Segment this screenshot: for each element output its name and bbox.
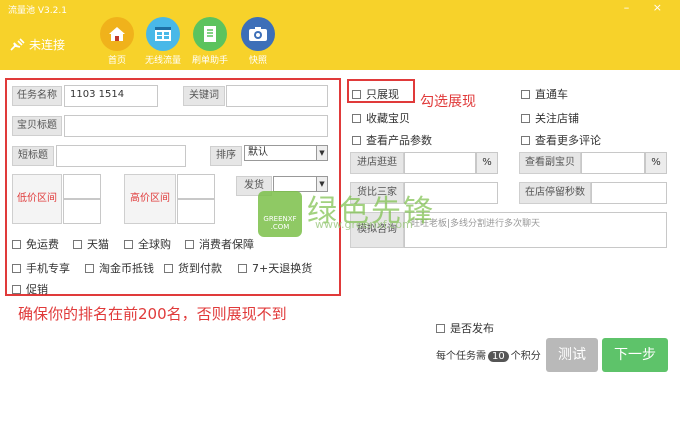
chat-textarea[interactable]: 旺旺老板|多线分割进行多次聊天 — [404, 212, 667, 248]
low-price-max-input[interactable] — [63, 199, 101, 224]
shop-visit-input[interactable] — [404, 152, 476, 174]
keyword-input[interactable] — [226, 85, 328, 107]
sort-select-value: 默认 — [248, 147, 268, 158]
checkbox-global-buy[interactable]: 全球购 — [124, 236, 171, 252]
stay-seconds-label: 在店停留秒数 — [519, 182, 591, 204]
low-price-min-input[interactable] — [63, 174, 101, 199]
app-title: 流量池 V3.2.1 — [8, 6, 67, 16]
high-price-label: 高价区间 — [124, 174, 176, 224]
nav-wireless-traffic[interactable]: 无线流量 — [139, 17, 187, 66]
camera-icon — [241, 17, 275, 51]
connection-status[interactable]: 未连接 — [9, 36, 65, 53]
nav-order-assistant-label: 刷单助手 — [191, 56, 228, 66]
view-sub-item-label: 查看副宝贝 — [519, 152, 581, 174]
checkbox-publish[interactable]: 是否发布 — [436, 320, 494, 336]
sort-label: 排序 — [210, 146, 242, 166]
nav-snapshot-label: 快照 — [248, 56, 267, 66]
checkbox-promotion[interactable]: 促销 — [12, 281, 48, 297]
checkbox-through-train[interactable]: 直通车 — [521, 86, 568, 102]
checkbox-free-shipping[interactable]: 免运费 — [12, 236, 59, 252]
high-price-max-input[interactable] — [177, 199, 215, 224]
shop-visit-unit: % — [476, 152, 498, 174]
checkbox-tmall[interactable]: 天猫 — [73, 236, 109, 252]
checkbox-view-more-reviews[interactable]: 查看更多评论 — [521, 132, 601, 148]
next-step-button[interactable]: 下一步 — [602, 338, 668, 372]
sort-select[interactable]: 默认 ▼ — [244, 145, 328, 161]
checkbox-show-only[interactable]: 只展现 — [352, 86, 399, 102]
points-cost: 每个任务需 10 个积分 — [436, 351, 541, 362]
watermark-logo: GREENXF .COM — [258, 191, 302, 237]
keyword-label: 关键词 — [183, 86, 225, 106]
notebook-icon — [193, 17, 227, 51]
checkbox-follow-shop[interactable]: 关注店铺 — [521, 110, 579, 126]
nav-home-label: 首页 — [107, 56, 126, 66]
checkbox-favorite-item[interactable]: 收藏宝贝 — [352, 110, 410, 126]
short-title-input[interactable] — [56, 145, 186, 167]
window-controls[interactable]: – × — [624, 1, 672, 14]
short-title-label: 短标题 — [12, 146, 54, 166]
checkbox-view-params[interactable]: 查看产品参数 — [352, 132, 432, 148]
item-title-input[interactable] — [64, 115, 328, 137]
show-only-note: 勾选展现 — [420, 94, 476, 110]
home-icon — [100, 17, 134, 51]
browser-icon — [146, 17, 180, 51]
task-name-label: 任务名称 — [12, 86, 62, 106]
top-bar: 流量池 V3.2.1 – × 未连接 首页 无线流量 刷单助手 快照 — [0, 0, 680, 70]
rank-warning-note: 确保你的排名在前200名，否则展现不到 — [18, 305, 287, 323]
checkbox-cash-on-delivery[interactable]: 货到付款 — [164, 260, 222, 276]
low-price-label: 低价区间 — [12, 174, 62, 224]
nav-snapshot[interactable]: 快照 — [234, 17, 282, 66]
checkbox-consumer-protection[interactable]: 消费者保障 — [185, 236, 254, 252]
points-badge: 10 — [488, 351, 509, 362]
checkbox-mobile-exclusive[interactable]: 手机专享 — [12, 260, 70, 276]
checkbox-taobao-coins[interactable]: 淘金币抵钱 — [85, 260, 154, 276]
checkbox-7-day-return[interactable]: 7+天退换货 — [238, 260, 312, 276]
test-button[interactable]: 测试 — [546, 338, 598, 372]
view-sub-item-input[interactable] — [581, 152, 645, 174]
shop-visit-label: 进店逛逛 — [350, 152, 404, 174]
nav-wireless-traffic-label: 无线流量 — [144, 56, 181, 66]
plug-icon — [10, 37, 25, 51]
high-price-min-input[interactable] — [177, 174, 215, 199]
item-title-label: 宝贝标题 — [12, 116, 62, 136]
task-name-value: 1103 1514 — [70, 89, 125, 100]
dropdown-arrow-icon: ▼ — [316, 146, 327, 160]
watermark-url: www.greenxf.com — [315, 218, 413, 231]
connection-status-label: 未连接 — [29, 38, 66, 52]
stay-seconds-input[interactable] — [591, 182, 667, 204]
view-sub-item-unit: % — [645, 152, 667, 174]
nav-order-assistant[interactable]: 刷单助手 — [186, 17, 234, 66]
nav-home[interactable]: 首页 — [93, 17, 141, 66]
